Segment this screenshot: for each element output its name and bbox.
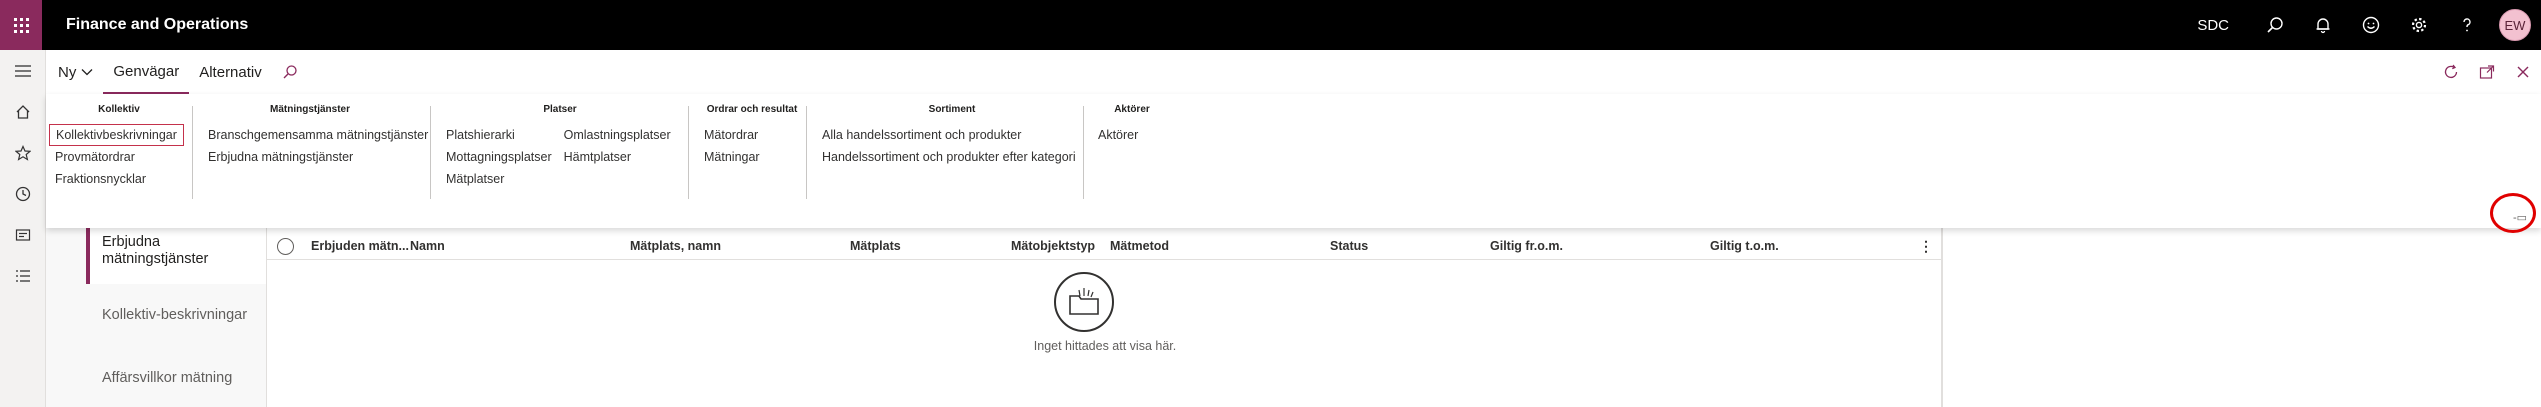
group-title: Ordrar och resultat	[706, 104, 798, 115]
group-kollektiv: Kollektiv Kollektivbeskrivningar Provmät…	[49, 104, 189, 190]
modules-list-icon[interactable]	[0, 255, 46, 296]
column-header-namn[interactable]: Namn	[410, 239, 445, 253]
column-header-matplats[interactable]: Mätplats	[850, 239, 901, 253]
group-sortiment: Sortiment Alla handelssortiment och prod…	[816, 104, 1088, 168]
app-title[interactable]: Finance and Operations	[66, 16, 248, 34]
column-header-matplats-namn[interactable]: Mätplats, namn	[630, 239, 721, 253]
help-icon[interactable]	[2443, 0, 2491, 50]
group-title: Aktörer	[1114, 104, 1150, 115]
menu-item-matordrar[interactable]: Mätordrar	[698, 124, 766, 146]
action-pane: Ny Genvägar Alternativ	[46, 50, 2541, 94]
menu-item-alla-handelssortiment[interactable]: Alla handelssortiment och produkter	[816, 124, 1082, 146]
group-divider	[1083, 106, 1084, 199]
column-header-status[interactable]: Status	[1330, 239, 1368, 253]
group-aktorer: Aktörer Aktörer	[1092, 104, 1172, 146]
menu-item-handelssortiment-efter-kategori[interactable]: Handelssortiment och produkter efter kat…	[816, 146, 1082, 168]
group-title: Mätningstjänster	[270, 104, 351, 115]
group-title: Sortiment	[928, 104, 976, 115]
star-icon[interactable]	[0, 132, 46, 173]
select-all-radio[interactable]	[277, 238, 294, 255]
page-content: Erbjudna mätningstjänster Kollektiv-besk…	[46, 228, 2541, 407]
column-header-erbjuden[interactable]: Erbjuden mätn...	[311, 239, 409, 253]
shortcuts-ribbon: Kollektiv Kollektivbeskrivningar Provmät…	[46, 94, 2541, 228]
home-icon[interactable]	[0, 91, 46, 132]
smiley-icon[interactable]	[2347, 0, 2395, 50]
waffle-icon	[13, 17, 29, 33]
tab-affarsvillkor-matning[interactable]: Affärsvillkor mätning	[86, 370, 232, 386]
tab-kollektiv-beskrivningar[interactable]: Kollektiv-beskrivningar	[86, 307, 247, 323]
new-button[interactable]: Ny	[46, 50, 103, 94]
column-header-giltig-from[interactable]: Giltig fr.o.m.	[1490, 239, 1563, 253]
tab-alternativ[interactable]: Alternativ	[189, 50, 272, 94]
menu-item-platshierarki[interactable]: Platshierarki	[440, 124, 558, 146]
menu-item-provmatordrar[interactable]: Provmätordrar	[49, 146, 184, 168]
top-bar: Finance and Operations SDC EW	[0, 0, 2541, 50]
group-divider	[688, 106, 689, 199]
annotation-circle	[2490, 193, 2536, 233]
group-title: Kollektiv	[98, 104, 140, 115]
menu-item-matningar[interactable]: Mätningar	[698, 146, 766, 168]
group-divider	[192, 106, 193, 199]
app-launcher-button[interactable]	[0, 0, 42, 50]
new-label: Ny	[58, 63, 77, 81]
menu-item-branschgemensamma-matningstjanster[interactable]: Branschgemensamma mätningstjänster	[202, 124, 434, 146]
menu-item-mottagningsplatser[interactable]: Mottagningsplatser	[440, 146, 558, 168]
column-header-matmetod[interactable]: Mätmetod	[1110, 239, 1169, 253]
menu-item-matplatser[interactable]: Mätplatser	[440, 168, 558, 190]
refresh-icon[interactable]	[2433, 50, 2469, 94]
group-matningstjanster: Mätningstjänster Branschgemensamma mätni…	[202, 104, 442, 168]
gear-icon[interactable]	[2395, 0, 2443, 50]
group-divider	[806, 106, 807, 199]
open-new-window-icon[interactable]	[2469, 50, 2505, 94]
company-picker[interactable]: SDC	[2197, 17, 2229, 34]
more-options-icon[interactable]: ⋮	[1919, 238, 1933, 255]
tab-genvagar[interactable]: Genvägar	[103, 50, 190, 94]
grid-panel: Erbjuden mätn... Namn Mätplats, namn Mät…	[266, 228, 1942, 407]
right-pane	[1942, 228, 2541, 407]
group-divider	[430, 106, 431, 199]
menu-item-hamtplatser[interactable]: Hämtplatser	[558, 146, 677, 168]
chevron-down-icon	[81, 68, 93, 76]
grid-header: Erbjuden mätn... Namn Mätplats, namn Mät…	[267, 232, 1941, 260]
workspace-icon[interactable]	[0, 214, 46, 255]
menu-item-aktorer[interactable]: Aktörer	[1092, 124, 1144, 146]
menu-item-erbjudna-matningstjanster[interactable]: Erbjudna mätningstjänster	[202, 146, 434, 168]
hamburger-icon[interactable]	[0, 50, 46, 91]
tab-label: Erbjudna mätningstjänster	[102, 234, 209, 267]
clock-icon[interactable]	[0, 173, 46, 214]
menu-item-fraktionsnycklar[interactable]: Fraktionsnycklar	[49, 168, 184, 190]
menu-item-omlastningsplatser[interactable]: Omlastningsplatser	[558, 124, 677, 146]
group-platser: Platser Platshierarki Mottagningsplatser…	[440, 104, 680, 190]
empty-state-text: Inget hittades att visa här.	[1033, 339, 1177, 353]
left-nav-pane	[0, 50, 46, 407]
action-search-icon[interactable]	[272, 50, 308, 94]
empty-folder-icon	[1054, 272, 1114, 332]
search-icon[interactable]	[2251, 0, 2299, 50]
avatar[interactable]: EW	[2499, 9, 2531, 41]
close-icon[interactable]	[2505, 50, 2541, 94]
group-ordrar-och-resultat: Ordrar och resultat Mätordrar Mätningar	[698, 104, 806, 168]
bell-icon[interactable]	[2299, 0, 2347, 50]
group-title: Platser	[543, 104, 577, 115]
menu-item-kollektivbeskrivningar[interactable]: Kollektivbeskrivningar	[49, 124, 184, 146]
column-header-matobjektstyp[interactable]: Mätobjektstyp	[1011, 239, 1095, 253]
column-header-giltig-tom[interactable]: Giltig t.o.m.	[1710, 239, 1779, 253]
